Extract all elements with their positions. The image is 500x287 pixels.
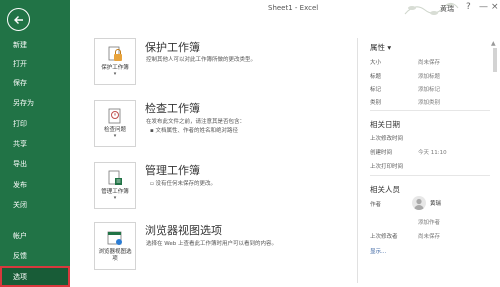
sidebar-item-share[interactable]: 共享 <box>0 135 70 154</box>
property-value-size: 尚未保存 <box>418 60 441 66</box>
inspect-workbook-title: 检查工作簿 <box>145 102 200 115</box>
browser-view-options-button-label: 浏览器视图选项 <box>98 249 132 262</box>
date-value-created: 今天 11:10 <box>418 150 447 156</box>
manage-status: ▫ 没有任何未保存的更改。 <box>150 179 216 187</box>
property-value-category[interactable]: 添加类别 <box>418 98 440 106</box>
back-arrow-icon[interactable] <box>7 8 30 31</box>
lock-document-icon <box>108 46 122 61</box>
manage-workbook-button[interactable]: 管理工作簿 ▾ <box>94 162 136 209</box>
sidebar-item-account[interactable]: 帐户 <box>0 227 70 246</box>
show-all-properties-link[interactable]: 显示... <box>370 247 386 255</box>
manage-workbook-title: 管理工作簿 <box>145 164 200 177</box>
date-label-last-modified: 上次修改时间 <box>370 136 404 142</box>
browser-view-title: 浏览器视图选项 <box>145 224 222 237</box>
last-modified-by-label: 上次修改者 <box>370 234 398 240</box>
related-dates-heading: 相关日期 <box>370 120 400 129</box>
protect-workbook-title: 保护工作簿 <box>145 41 200 54</box>
date-label-last-printed: 上次打印时间 <box>370 164 404 170</box>
user-name[interactable]: 黄瑞 <box>440 4 454 14</box>
inspect-bullet-text: 文档属性、作者的姓名和绝对路径 <box>155 128 238 134</box>
protect-workbook-button[interactable]: 保护工作簿 ▾ <box>94 38 136 85</box>
sidebar-item-feedback[interactable]: 反馈 <box>0 247 70 266</box>
properties-heading[interactable]: 属性 ▾ <box>370 42 391 53</box>
scrollbar-thumb[interactable] <box>493 48 497 72</box>
sidebar-item-export[interactable]: 导出 <box>0 155 70 174</box>
sidebar-item-save-as[interactable]: 另存为 <box>0 94 70 113</box>
chevron-down-icon: ▾ <box>113 71 117 77</box>
property-value-tags[interactable]: 添加标记 <box>418 85 440 93</box>
close-button[interactable]: × <box>491 2 499 12</box>
author-name[interactable]: 黄瑞 <box>430 199 441 207</box>
section-divider <box>370 175 490 176</box>
property-label-size: 大小 <box>370 60 382 66</box>
browser-view-options-button[interactable]: 浏览器视图选项 <box>94 222 136 270</box>
info-pane: 保护工作簿 ▾ 保护工作簿 控制其他人可以对此工作簿所做的更改类型。 检查问题 … <box>70 20 500 287</box>
manage-status-text: 没有任何未保存的更改。 <box>155 181 216 187</box>
add-author-link[interactable]: 添加作者 <box>418 218 440 226</box>
browser-view-desc: 选择在 Web 上查看此工作簿时用户可以看到的内容。 <box>146 241 277 247</box>
property-label-category: 类别 <box>370 100 382 106</box>
browser-view-icon <box>107 231 122 245</box>
sidebar-item-options[interactable]: 选项 <box>0 266 70 287</box>
inspect-bullet-item: ▪ 文档属性、作者的姓名和绝对路径 <box>150 126 238 134</box>
related-people-heading: 相关人员 <box>370 185 400 194</box>
check-issues-button[interactable]: 检查问题 ▾ <box>94 100 136 147</box>
date-label-created: 创建时间 <box>370 150 393 156</box>
inspect-document-icon <box>108 108 121 124</box>
protect-workbook-desc: 控制其他人可以对此工作簿所做的更改类型。 <box>146 57 257 63</box>
property-label-tags: 标记 <box>370 87 382 93</box>
scroll-up-arrow-icon[interactable]: ▲ <box>491 40 498 47</box>
sidebar-item-open[interactable]: 打开 <box>0 55 70 74</box>
help-button[interactable]: ? <box>466 2 471 12</box>
sidebar-item-save[interactable]: 保存 <box>0 74 70 93</box>
avatar <box>412 196 426 210</box>
sidebar-item-close[interactable]: 关闭 <box>0 196 70 215</box>
manage-document-icon <box>108 170 122 185</box>
property-label-title: 标题 <box>370 74 382 80</box>
minimize-button[interactable]: — <box>479 2 488 12</box>
section-divider <box>370 110 490 111</box>
backstage-sidebar: 新建 打开 保存 另存为 打印 共享 导出 发布 关闭 帐户 反馈 选项 <box>0 0 70 287</box>
property-value-title[interactable]: 添加标题 <box>418 72 440 80</box>
chevron-down-icon: ▾ <box>113 133 117 139</box>
pane-divider <box>357 38 358 283</box>
window-title: Sheet1 - Excel <box>268 4 319 12</box>
author-label: 作者 <box>370 202 382 208</box>
chevron-down-icon: ▾ <box>113 195 117 201</box>
person-icon <box>414 198 424 210</box>
inspect-workbook-desc: 在发布此文件之前，请注意其是否包含： <box>146 119 246 125</box>
last-modified-by-value: 尚未保存 <box>418 234 441 240</box>
title-bar: Sheet1 - Excel 黄瑞 ? — × <box>70 0 500 20</box>
sidebar-item-publish[interactable]: 发布 <box>0 176 70 195</box>
sidebar-item-print[interactable]: 打印 <box>0 115 70 134</box>
sidebar-item-new[interactable]: 新建 <box>0 36 70 55</box>
